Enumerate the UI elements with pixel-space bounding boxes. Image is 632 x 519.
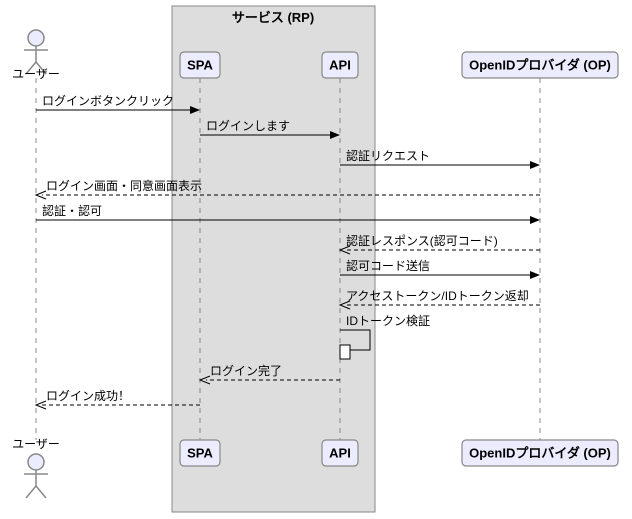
service-group-label: サービス (RP) <box>232 10 314 25</box>
participant-spa-label-bottom: SPA <box>187 445 213 460</box>
service-group-box <box>172 6 375 512</box>
message-m10-label: ログイン完了 <box>210 363 282 378</box>
message-m3-label: 認証リクエスト <box>346 148 430 163</box>
participant-spa-label-top: SPA <box>187 57 213 72</box>
message-m11-label: ログイン成功！ <box>46 389 130 403</box>
message-m8-label: アクセストークン/IDトークン返却 <box>346 289 529 303</box>
participant-api-label-top: API <box>329 57 351 72</box>
participant-api-label-bottom: API <box>329 445 351 460</box>
message-m1-label: ログインボタンクリック <box>42 94 174 108</box>
participant-op-label-bottom: OpenIDプロバイダ (OP) <box>469 445 611 460</box>
message-m9-label: IDトークン検証 <box>346 314 430 328</box>
message-m7-label: 認可コード送信 <box>346 258 430 273</box>
message-m2-label: ログインします <box>206 119 290 133</box>
actor-user-bottom <box>24 454 48 498</box>
actor-user-label-top: ユーザー <box>12 67 60 81</box>
message-m4-label: ログイン画面・同意画面表示 <box>46 178 202 193</box>
sequence-diagram: サービス (RP) ユーザー SPA API OpenIDプロバイダ (OP) … <box>0 0 632 519</box>
message-m6-label: 認証レスポンス(認可コード) <box>346 233 498 248</box>
participant-op-label-top: OpenIDプロバイダ (OP) <box>469 57 611 72</box>
message-m5-label: 認証・認可 <box>42 203 102 218</box>
actor-user-label-bottom: ユーザー <box>12 437 60 451</box>
